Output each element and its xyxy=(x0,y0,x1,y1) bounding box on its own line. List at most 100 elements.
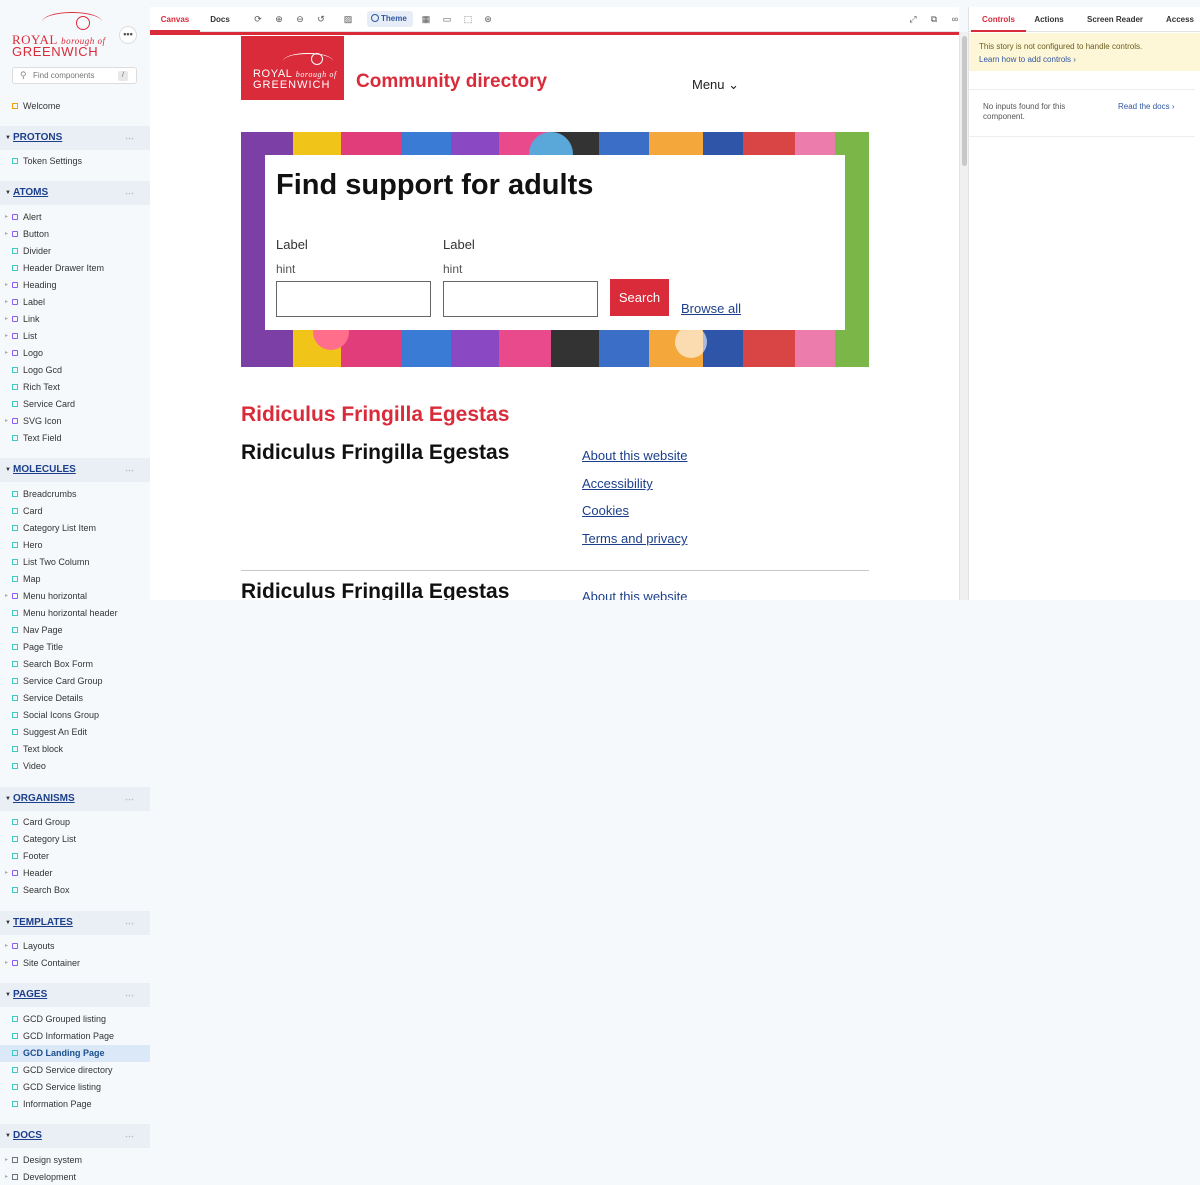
expand-icon[interactable]: ▸ xyxy=(5,226,8,243)
reload-icon[interactable]: ⟳ xyxy=(252,13,264,25)
footer-link[interactable]: About this website xyxy=(582,448,688,463)
sidebar-item[interactable]: Video xyxy=(0,758,150,775)
sidebar-item[interactable]: ▸ List xyxy=(0,328,150,345)
sidebar-item[interactable]: ▸ Label xyxy=(0,294,150,311)
sidebar-item[interactable]: ▸ Header xyxy=(0,865,150,882)
sidebar-item[interactable]: Text Field xyxy=(0,430,150,447)
expand-icon[interactable]: ▸ xyxy=(5,345,8,362)
tab-access[interactable]: Access xyxy=(1159,7,1200,32)
sidebar-item[interactable]: Rich Text xyxy=(0,379,150,396)
expand-icon[interactable]: ▸ xyxy=(5,1169,8,1185)
footer-link[interactable]: Terms and privacy xyxy=(582,531,687,546)
zoom-out-icon[interactable]: ⊖ xyxy=(294,13,306,25)
sidebar-item[interactable]: Header Drawer Item xyxy=(0,260,150,277)
group-molecules[interactable]: ▼ MOLECULES ⋯ xyxy=(0,458,150,482)
expand-icon[interactable]: ▸ xyxy=(5,413,8,430)
footer-link[interactable]: Accessibility xyxy=(582,476,653,491)
learn-controls-link[interactable]: Learn how to add controls › xyxy=(979,53,1191,66)
sidebar-item[interactable]: ▸ Button xyxy=(0,226,150,243)
preview-scrollbar[interactable] xyxy=(959,32,968,600)
sidebar-item[interactable]: Hero xyxy=(0,537,150,554)
browse-all-link[interactable]: Browse all xyxy=(681,301,741,316)
sidebar-item[interactable]: ▸ Layouts xyxy=(0,938,150,955)
sidebar-item[interactable]: ▸ Heading xyxy=(0,277,150,294)
royal-greenwich-logo[interactable]: ROYAL borough of GREENWICH xyxy=(12,12,105,59)
sidebar-item[interactable]: Logo Gcd xyxy=(0,362,150,379)
sidebar-item[interactable]: ▸ Site Container xyxy=(0,955,150,972)
sidebar-item[interactable]: Token Settings xyxy=(0,153,150,170)
fullscreen-icon[interactable]: ⤢ xyxy=(907,13,919,25)
expand-icon[interactable]: ▸ xyxy=(5,955,8,972)
sidebar-item[interactable]: ▸ SVG Icon xyxy=(0,413,150,430)
sidebar-item[interactable]: Page Title xyxy=(0,639,150,656)
expand-icon[interactable]: ▸ xyxy=(5,277,8,294)
accessibility-icon[interactable]: ⊛ xyxy=(482,13,494,25)
expand-icon[interactable]: ▸ xyxy=(5,209,8,226)
sidebar-item[interactable]: ▸ Development xyxy=(0,1169,150,1185)
grid-icon[interactable]: ▦ xyxy=(420,13,432,25)
background-icon[interactable]: ▨ xyxy=(342,13,354,25)
sidebar-item[interactable]: Map xyxy=(0,571,150,588)
zoom-in-icon[interactable]: ⊕ xyxy=(273,13,285,25)
site-logo[interactable]: ROYAL borough of GREENWICH xyxy=(241,36,344,100)
sidebar-item[interactable]: Card Group xyxy=(0,814,150,831)
sidebar-item[interactable]: GCD Information Page xyxy=(0,1028,150,1045)
link-icon[interactable]: ∞ xyxy=(949,13,961,25)
sidebar-item[interactable]: Breadcrumbs xyxy=(0,486,150,503)
tab-canvas[interactable]: Canvas xyxy=(150,7,200,32)
sidebar-item[interactable]: Service Details xyxy=(0,690,150,707)
sidebar-item[interactable]: Category List xyxy=(0,831,150,848)
sidebar-item[interactable]: GCD Service directory xyxy=(0,1062,150,1079)
field2-input[interactable] xyxy=(443,281,598,317)
sidebar-item[interactable]: Menu horizontal header xyxy=(0,605,150,622)
sidebar-item[interactable]: Text block xyxy=(0,741,150,758)
sidebar-item[interactable]: GCD Landing Page xyxy=(0,1045,150,1062)
expand-icon[interactable]: ▸ xyxy=(5,1152,8,1169)
drag-handle-icon[interactable]: ⋯ xyxy=(125,458,134,482)
expand-icon[interactable]: ▸ xyxy=(5,865,8,882)
viewport-icon[interactable]: ▭ xyxy=(441,13,453,25)
sidebar-item[interactable]: Social Icons Group xyxy=(0,707,150,724)
drag-handle-icon[interactable]: ⋯ xyxy=(125,1124,134,1148)
search-button[interactable]: Search xyxy=(610,279,669,316)
group-atoms[interactable]: ▼ ATOMS ⋯ xyxy=(0,181,150,205)
sidebar-item[interactable]: Information Page xyxy=(0,1096,150,1113)
menu-button[interactable]: Menu ⌄ xyxy=(692,77,739,93)
footer-link-about-2[interactable]: About this website xyxy=(582,589,688,600)
zoom-reset-icon[interactable]: ↺ xyxy=(315,13,327,25)
sidebar-item[interactable]: Service Card Group xyxy=(0,673,150,690)
site-title[interactable]: Community directory xyxy=(356,71,547,93)
drag-handle-icon[interactable]: ⋯ xyxy=(125,181,134,205)
sidebar-item[interactable]: GCD Grouped listing xyxy=(0,1011,150,1028)
group-docs[interactable]: ▼ DOCS ⋯ xyxy=(0,1124,150,1148)
sidebar-item[interactable]: Service Card xyxy=(0,396,150,413)
field1-input[interactable] xyxy=(276,281,431,317)
sidebar-item[interactable]: ▸ Link xyxy=(0,311,150,328)
theme-button[interactable]: Theme xyxy=(367,11,413,27)
sidebar-item[interactable]: GCD Service listing xyxy=(0,1079,150,1096)
sidebar-item[interactable]: Nav Page xyxy=(0,622,150,639)
measure-icon[interactable]: ⬚ xyxy=(462,13,474,25)
scrollbar-thumb[interactable] xyxy=(962,36,967,166)
sidebar-item[interactable]: Search Box Form xyxy=(0,656,150,673)
drag-handle-icon[interactable]: ⋯ xyxy=(125,126,134,150)
sidebar-item[interactable]: ▸ Design system xyxy=(0,1152,150,1169)
expand-icon[interactable]: ▸ xyxy=(5,938,8,955)
sidebar-item[interactable]: Suggest An Edit xyxy=(0,724,150,741)
tab-controls[interactable]: Controls xyxy=(971,7,1026,32)
group-pages[interactable]: ▼ PAGES ⋯ xyxy=(0,983,150,1007)
group-templates[interactable]: ▼ TEMPLATES ⋯ xyxy=(0,911,150,935)
sidebar-item-welcome[interactable]: Welcome xyxy=(0,98,150,115)
sidebar-item[interactable]: Category List Item xyxy=(0,520,150,537)
group-organisms[interactable]: ▼ ORGANISMS ⋯ xyxy=(0,787,150,811)
sidebar-item[interactable]: List Two Column xyxy=(0,554,150,571)
drag-handle-icon[interactable]: ⋯ xyxy=(125,787,134,811)
group-protons[interactable]: ▼ PROTONS ⋯ xyxy=(0,126,150,150)
expand-icon[interactable]: ▸ xyxy=(5,328,8,345)
sidebar-item[interactable]: Footer xyxy=(0,848,150,865)
drag-handle-icon[interactable]: ⋯ xyxy=(125,911,134,935)
more-options-button[interactable]: ••• xyxy=(119,26,137,44)
expand-icon[interactable]: ▸ xyxy=(5,311,8,328)
sidebar-item[interactable]: Search Box xyxy=(0,882,150,899)
drag-handle-icon[interactable]: ⋯ xyxy=(125,983,134,1007)
